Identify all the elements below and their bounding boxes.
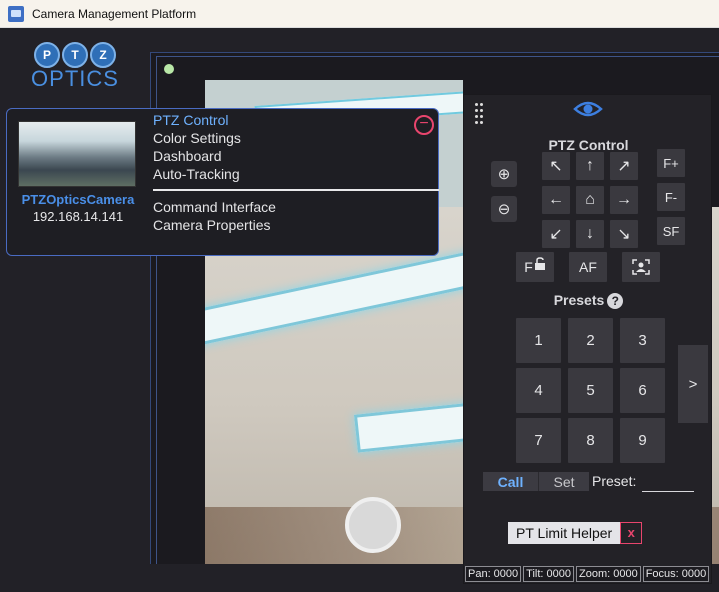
pt-limit-close-button[interactable]: x — [620, 522, 643, 544]
help-icon[interactable]: ? — [607, 293, 624, 310]
preset-button[interactable]: 4 — [516, 368, 561, 413]
title-bar: Camera Management Platform — [0, 0, 719, 28]
camera-status-dot — [164, 64, 174, 74]
autofocus-button[interactable]: AF — [569, 252, 607, 282]
preset-button[interactable]: 3 — [620, 318, 665, 363]
unlock-icon — [534, 257, 545, 270]
camera-menu: PTZ Control Color Settings Dashboard Aut… — [153, 111, 241, 183]
preset-input-label: Preset: — [592, 473, 637, 489]
ptzoptics-logo: P T Z OPTICS — [30, 42, 120, 91]
pan-down-right-button[interactable]: ↘ — [610, 220, 638, 248]
pan-left-button[interactable]: ← — [542, 186, 570, 214]
pt-limit-helper: PT Limit Helper x — [508, 522, 643, 544]
sf-button[interactable]: SF — [657, 217, 685, 245]
app-icon — [8, 5, 24, 22]
logo-letter: T — [62, 42, 88, 68]
remove-camera-button[interactable]: − — [414, 115, 434, 135]
camera-card[interactable]: PTZOpticsCamera 192.168.14.141 PTZ Contr… — [6, 108, 439, 256]
menu-item-camera-properties[interactable]: Camera Properties — [153, 216, 276, 234]
fan-image — [345, 497, 401, 553]
focus-far-button[interactable]: F+ — [657, 149, 685, 177]
call-button[interactable]: Call — [483, 472, 538, 491]
ptz-control-panel: PTZ Control ⊕ ⊖ ↖ ↑ ↗ ← ⌂ → ↙ ↓ ↘ F+ F- … — [463, 94, 712, 584]
focus-readout: Focus: 0000 — [642, 566, 710, 582]
preset-button[interactable]: 1 — [516, 318, 561, 363]
pan-right-button[interactable]: → — [610, 186, 638, 214]
preset-button[interactable]: 2 — [568, 318, 613, 363]
camera-menu-secondary: Command Interface Camera Properties — [153, 198, 276, 234]
call-set-toggle: Call Set — [483, 472, 589, 491]
pt-limit-helper-button[interactable]: PT Limit Helper — [508, 522, 621, 544]
zoom-in-button[interactable]: ⊕ — [491, 161, 517, 187]
menu-item-color-settings[interactable]: Color Settings — [153, 129, 241, 147]
tilt-readout: Tilt: 0000 — [523, 566, 574, 582]
presets-label: Presets — [553, 292, 605, 308]
preset-button[interactable]: 8 — [568, 418, 613, 463]
face-tracking-button[interactable] — [622, 252, 660, 282]
preset-button[interactable]: 6 — [620, 368, 665, 413]
tilt-down-button[interactable]: ↓ — [576, 220, 604, 248]
preset-button[interactable]: 9 — [620, 418, 665, 463]
menu-item-ptz-control[interactable]: PTZ Control — [153, 111, 241, 129]
focus-lock-label: F — [524, 259, 533, 275]
home-button[interactable]: ⌂ — [576, 186, 604, 214]
tilt-up-button[interactable]: ↑ — [576, 152, 604, 180]
pan-readout: Pan: 0000 — [465, 566, 522, 582]
focus-near-button[interactable]: F- — [657, 183, 685, 211]
pan-up-left-button[interactable]: ↖ — [542, 152, 570, 180]
pan-down-left-button[interactable]: ↙ — [542, 220, 570, 248]
face-frame-icon — [632, 259, 650, 275]
zoom-readout: Zoom: 0000 — [576, 566, 641, 582]
focus-lock-button[interactable]: F — [516, 252, 554, 282]
menu-item-command-interface[interactable]: Command Interface — [153, 198, 276, 216]
set-button[interactable]: Set — [538, 472, 589, 491]
drag-handle-icon[interactable] — [475, 103, 487, 125]
menu-divider — [153, 189, 439, 191]
eye-icon[interactable] — [573, 99, 603, 119]
presets-title: Presets? — [464, 292, 713, 310]
camera-name[interactable]: PTZOpticsCamera — [7, 192, 149, 207]
logo-word: OPTICS — [31, 66, 119, 91]
preset-button[interactable]: 5 — [568, 368, 613, 413]
preset-number-input[interactable] — [642, 473, 694, 492]
logo-letter: P — [34, 42, 60, 68]
zoom-out-button[interactable]: ⊖ — [491, 196, 517, 222]
window-title: Camera Management Platform — [32, 6, 197, 21]
menu-item-auto-tracking[interactable]: Auto-Tracking — [153, 165, 241, 183]
menu-item-dashboard[interactable]: Dashboard — [153, 147, 241, 165]
pan-up-right-button[interactable]: ↗ — [610, 152, 638, 180]
logo-letter: Z — [90, 42, 116, 68]
camera-ip: 192.168.14.141 — [32, 209, 124, 224]
preset-button[interactable]: 7 — [516, 418, 561, 463]
next-presets-button[interactable]: > — [678, 345, 708, 423]
position-status-bar: Pan: 0000 Tilt: 0000 Zoom: 0000 Focus: 0… — [465, 566, 710, 582]
camera-thumbnail[interactable] — [18, 121, 136, 187]
